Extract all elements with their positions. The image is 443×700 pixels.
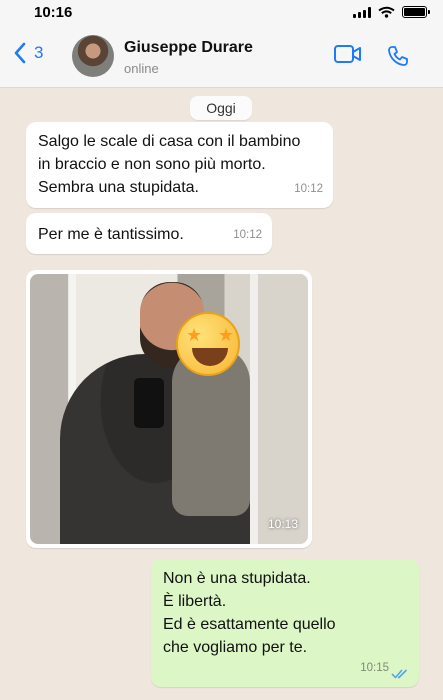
wifi-icon (378, 6, 395, 18)
message-time: 10:15 (360, 662, 389, 674)
message-time: 10:12 (233, 229, 262, 241)
chat-header: 3 Giuseppe Durare online (0, 26, 443, 88)
message-time: 10:13 (267, 517, 298, 531)
incoming-message[interactable]: Per me è tantissimo. 10:12 (26, 213, 272, 254)
contact-status: online (124, 61, 159, 76)
message-text: Salgo le scale di casa con il bambino in… (38, 133, 301, 196)
signal-icon (353, 6, 371, 18)
stair-rail (250, 274, 258, 544)
date-separator: Oggi (190, 96, 252, 120)
photo-message[interactable]: ★ ★ 10:13 (26, 270, 312, 548)
phone-in-hand (134, 378, 164, 428)
star-struck-emoji: ★ ★ (176, 312, 240, 376)
back-button[interactable]: 3 (14, 42, 43, 64)
message-time: 10:12 (294, 183, 323, 195)
battery-icon (402, 6, 430, 18)
message-list: Oggi Salgo le scale di casa con il bambi… (0, 88, 443, 700)
status-bar: 10:16 (0, 0, 443, 26)
photo-image[interactable]: ★ ★ 10:13 (30, 274, 308, 544)
status-time: 10:16 (34, 4, 73, 21)
video-icon[interactable] (333, 44, 363, 64)
double-check-icon (391, 669, 408, 679)
unread-count: 3 (34, 43, 44, 62)
contact-name[interactable]: Giuseppe Durare (124, 39, 253, 57)
status-icons (353, 6, 430, 18)
avatar[interactable] (72, 35, 114, 77)
phone-icon[interactable] (386, 44, 410, 68)
incoming-message[interactable]: Salgo le scale di casa con il bambino in… (26, 122, 333, 208)
outgoing-message[interactable]: Non è una stupidata. È libertà. Ed è esa… (151, 559, 419, 687)
message-text: Non è una stupidata. È libertà. Ed è esa… (163, 570, 336, 656)
message-text: Per me è tantissimo. (38, 226, 184, 243)
chevron-left-icon (14, 42, 26, 64)
